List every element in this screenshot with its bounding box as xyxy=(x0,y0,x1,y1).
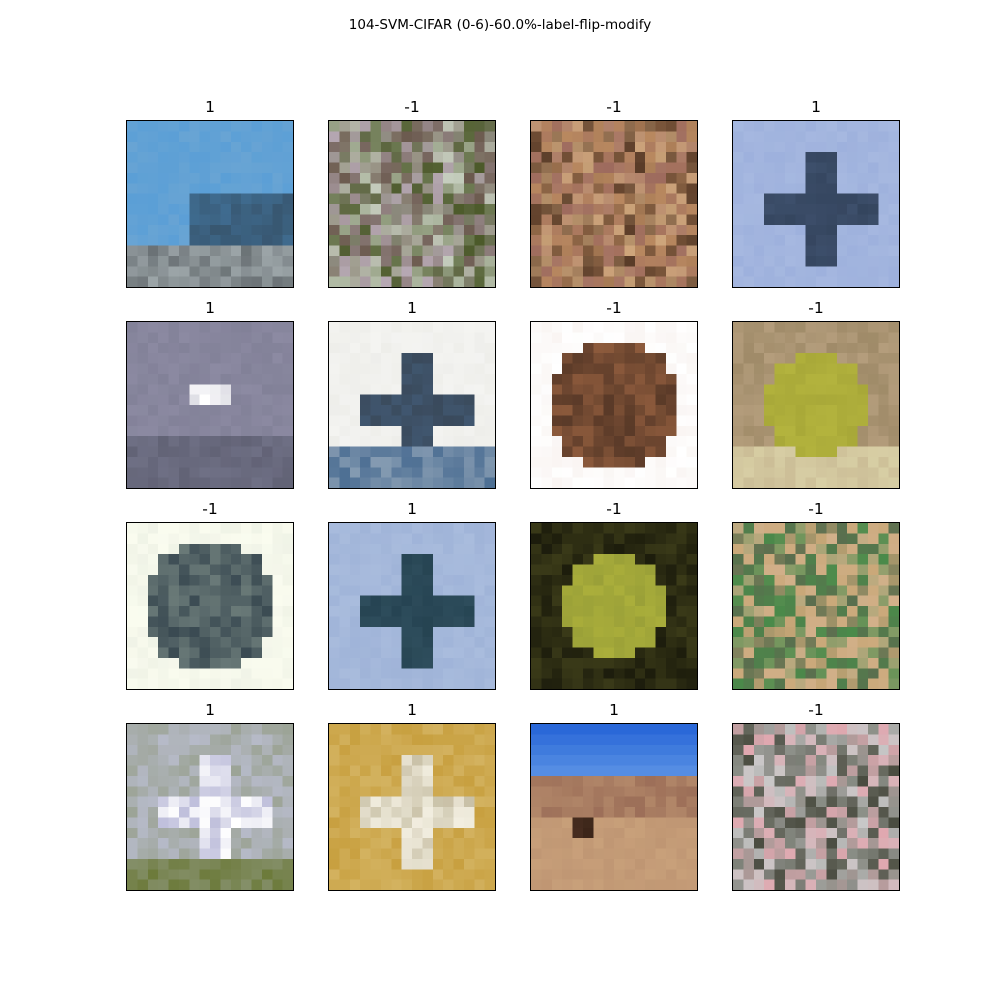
pixel-image xyxy=(329,724,495,890)
image-panel: -1 xyxy=(530,299,698,521)
cifar-thumbnail xyxy=(530,321,698,489)
cifar-thumbnail xyxy=(328,321,496,489)
image-panel: 1 xyxy=(328,299,496,521)
image-panel: 1 xyxy=(328,701,496,923)
panel-label: -1 xyxy=(808,299,824,317)
cifar-thumbnail xyxy=(126,723,294,891)
image-panel: -1 xyxy=(732,701,900,923)
pixel-image xyxy=(329,121,495,287)
panel-label: 1 xyxy=(205,98,215,116)
image-panel: 1 xyxy=(732,98,900,320)
panel-label: -1 xyxy=(202,500,218,518)
panel-label: -1 xyxy=(606,98,622,116)
panel-label: -1 xyxy=(404,98,420,116)
pixel-image xyxy=(733,523,899,689)
pixel-image xyxy=(127,322,293,488)
panel-label: -1 xyxy=(606,299,622,317)
cifar-thumbnail xyxy=(328,723,496,891)
figure-title: 104-SVM-CIFAR (0-6)-60.0%-label-flip-mod… xyxy=(348,17,652,33)
image-panel: -1 xyxy=(530,500,698,722)
image-panel: -1 xyxy=(530,98,698,320)
image-panel: 1 xyxy=(530,701,698,923)
panel-label: 1 xyxy=(407,299,417,317)
image-panel: -1 xyxy=(732,299,900,521)
image-panel: 1 xyxy=(126,701,294,923)
pixel-image xyxy=(329,322,495,488)
panel-label: 1 xyxy=(407,701,417,719)
pixel-image xyxy=(531,121,697,287)
cifar-thumbnail xyxy=(732,522,900,690)
image-panel: -1 xyxy=(732,500,900,722)
cifar-thumbnail xyxy=(126,321,294,489)
panel-label: 1 xyxy=(407,500,417,518)
image-panel: 1 xyxy=(328,500,496,722)
pixel-image xyxy=(127,523,293,689)
pixel-image xyxy=(733,724,899,890)
pixel-image xyxy=(531,523,697,689)
image-panel: 1 xyxy=(126,299,294,521)
pixel-image xyxy=(531,724,697,890)
image-panel: -1 xyxy=(328,98,496,320)
cifar-thumbnail xyxy=(126,120,294,288)
cifar-thumbnail xyxy=(732,321,900,489)
cifar-thumbnail xyxy=(530,522,698,690)
panel-label: -1 xyxy=(808,500,824,518)
cifar-thumbnail xyxy=(732,723,900,891)
pixel-image xyxy=(733,322,899,488)
panel-label: 1 xyxy=(811,98,821,116)
pixel-image xyxy=(329,523,495,689)
cifar-thumbnail xyxy=(732,120,900,288)
cifar-thumbnail xyxy=(328,120,496,288)
panel-label: 1 xyxy=(205,701,215,719)
pixel-image xyxy=(127,724,293,890)
cifar-thumbnail xyxy=(530,723,698,891)
panel-label: 1 xyxy=(609,701,619,719)
cifar-thumbnail xyxy=(530,120,698,288)
pixel-image xyxy=(127,121,293,287)
panel-label: -1 xyxy=(808,701,824,719)
pixel-image xyxy=(733,121,899,287)
image-panel: 1 xyxy=(126,98,294,320)
panel-label: 1 xyxy=(205,299,215,317)
cifar-thumbnail xyxy=(126,522,294,690)
panel-label: -1 xyxy=(606,500,622,518)
cifar-thumbnail xyxy=(328,522,496,690)
pixel-image xyxy=(531,322,697,488)
image-panel: -1 xyxy=(126,500,294,722)
